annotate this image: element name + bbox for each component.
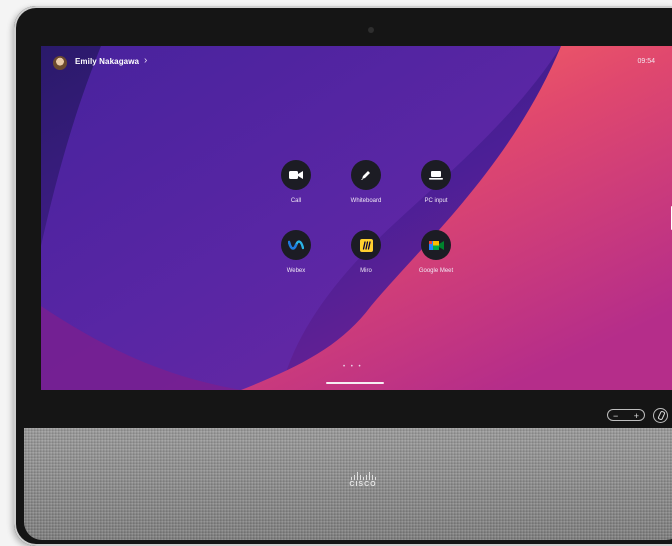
google-meet-button[interactable] xyxy=(421,230,451,260)
app-label: Miro xyxy=(360,268,372,274)
camera xyxy=(368,27,374,33)
touch-screen: Emily Nakagawa › 09:54 Call Whiteboard P… xyxy=(41,46,672,390)
volume-down-button[interactable]: − xyxy=(613,410,618,421)
app-label: Google Meet xyxy=(418,268,454,274)
clock: 09:54 xyxy=(637,58,655,65)
cisco-logo: CISCO xyxy=(343,472,383,488)
mute-microphone-icon[interactable] xyxy=(653,408,668,423)
status-bar: Emily Nakagawa › 09:54 xyxy=(41,46,672,76)
home-bar[interactable] xyxy=(326,382,384,384)
cisco-wordmark: CISCO xyxy=(349,481,377,488)
app-label: Call xyxy=(290,198,302,204)
app-call[interactable]: Call xyxy=(261,160,331,204)
google-meet-icon xyxy=(428,240,444,250)
app-label: PC input xyxy=(424,198,448,204)
whiteboard-button[interactable] xyxy=(351,160,381,190)
app-pc-input[interactable]: PC input xyxy=(401,160,471,204)
cisco-bars-icon xyxy=(343,472,383,480)
webex-button[interactable] xyxy=(281,230,311,260)
app-miro[interactable]: Miro xyxy=(331,230,401,274)
video-camera-icon xyxy=(289,171,303,179)
miro-icon xyxy=(359,238,373,252)
app-label: Whiteboard xyxy=(350,198,382,204)
call-button[interactable] xyxy=(281,160,311,190)
webex-icon xyxy=(288,240,304,250)
app-whiteboard[interactable]: Whiteboard xyxy=(331,160,401,204)
laptop-icon xyxy=(429,171,443,180)
app-webex[interactable]: Webex xyxy=(261,230,331,274)
app-label: Webex xyxy=(286,268,306,274)
user-name[interactable]: Emily Nakagawa xyxy=(75,57,139,66)
page-indicator[interactable]: • • • xyxy=(343,364,363,370)
pc-input-button[interactable] xyxy=(421,160,451,190)
app-launcher: Call Whiteboard PC input Webex Miro Goog… xyxy=(261,160,471,300)
volume-control[interactable]: − + xyxy=(607,409,645,421)
pencil-icon xyxy=(361,171,370,180)
chevron-right-icon[interactable]: › xyxy=(144,55,147,66)
miro-button[interactable] xyxy=(351,230,381,260)
app-google-meet[interactable]: Google Meet xyxy=(401,230,471,274)
user-avatar[interactable] xyxy=(53,56,67,70)
volume-up-button[interactable]: + xyxy=(634,410,639,421)
